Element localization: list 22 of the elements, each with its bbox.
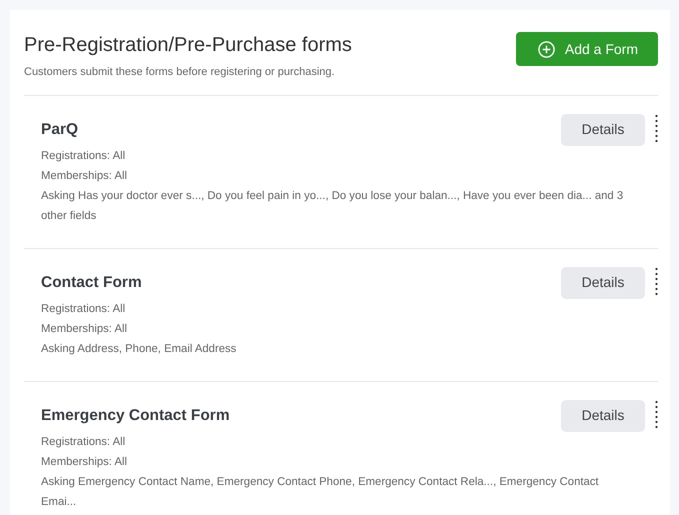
memberships-text: Memberships: All (41, 168, 128, 184)
page-subtitle: Customers submit these forms before registering or purchasing. (24, 65, 336, 80)
registrations-text: Registrations: All (41, 148, 126, 164)
registrations-text: Registrations: All (41, 302, 126, 316)
page-title: Pre-Registration/Pre-Purchase forms (24, 33, 352, 58)
details-button[interactable]: Details (561, 266, 645, 298)
details-button[interactable]: Details (561, 114, 645, 146)
memberships-text: Memberships: All (41, 322, 128, 336)
fields-text: Asking Has your doctor ever s..., Do you feel pain in yo..., Do you lose your balan..., Have you ever been dia... and 3 other fields (41, 188, 624, 224)
drag-handle-icon[interactable] (655, 114, 658, 142)
fields-text: Asking Emergency Contact Name, Emergency Contact Phone, Emergency Contact Rela..., Emergency Contact Emai... (41, 474, 600, 510)
details-button[interactable]: Details (561, 400, 645, 432)
drag-handle-icon[interactable] (655, 400, 658, 428)
form-name: ParQ (41, 120, 78, 140)
form-name: Contact Form (41, 272, 142, 292)
memberships-text: Memberships: All (41, 454, 128, 470)
registrations-text: Registrations: All (41, 434, 126, 450)
drag-handle-icon[interactable] (655, 266, 658, 296)
fields-text: Asking Address, Phone, Email Address (41, 342, 238, 356)
plus-circle-icon (538, 40, 555, 58)
add-form-button[interactable]: Add a Form (516, 32, 658, 66)
form-name: Emergency Contact Form (41, 406, 230, 426)
